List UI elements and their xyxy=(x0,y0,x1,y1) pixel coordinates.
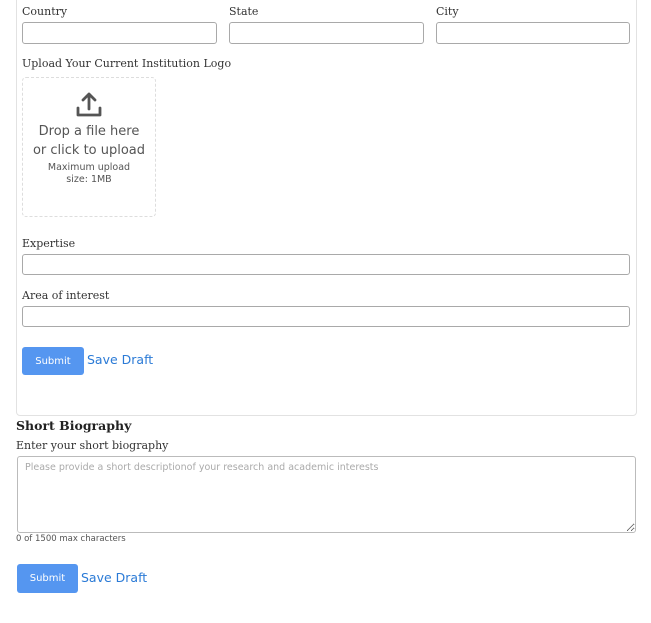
drop-text: Drop a file here or click to upload xyxy=(32,124,146,158)
biography-label: Enter your short biography xyxy=(16,439,169,452)
state-input[interactable] xyxy=(229,22,424,44)
submit-button[interactable]: Submit xyxy=(22,347,84,375)
expertise-input[interactable] xyxy=(22,254,630,275)
interest-input[interactable] xyxy=(22,306,630,327)
upload-label: Upload Your Current Institution Logo xyxy=(22,57,232,70)
city-input[interactable] xyxy=(436,22,630,44)
character-counter: 0 of 1500 max characters xyxy=(16,534,126,544)
biography-textarea[interactable] xyxy=(17,456,636,533)
country-input[interactable] xyxy=(22,22,217,44)
interest-label: Area of interest xyxy=(22,289,110,302)
save-draft-link[interactable]: Save Draft xyxy=(87,352,153,367)
biography-save-draft-link[interactable]: Save Draft xyxy=(81,570,147,585)
country-label: Country xyxy=(22,5,68,18)
state-label: State xyxy=(229,5,259,18)
city-label: City xyxy=(436,5,459,18)
expertise-label: Expertise xyxy=(22,237,76,250)
biography-submit-button[interactable]: Submit xyxy=(17,564,78,593)
biography-title: Short Biography xyxy=(16,418,132,433)
max-size-text: Maximum upload size: 1MB xyxy=(47,162,131,185)
upload-icon xyxy=(76,92,102,117)
file-dropzone[interactable]: Drop a file here or click to upload Maxi… xyxy=(22,77,156,217)
